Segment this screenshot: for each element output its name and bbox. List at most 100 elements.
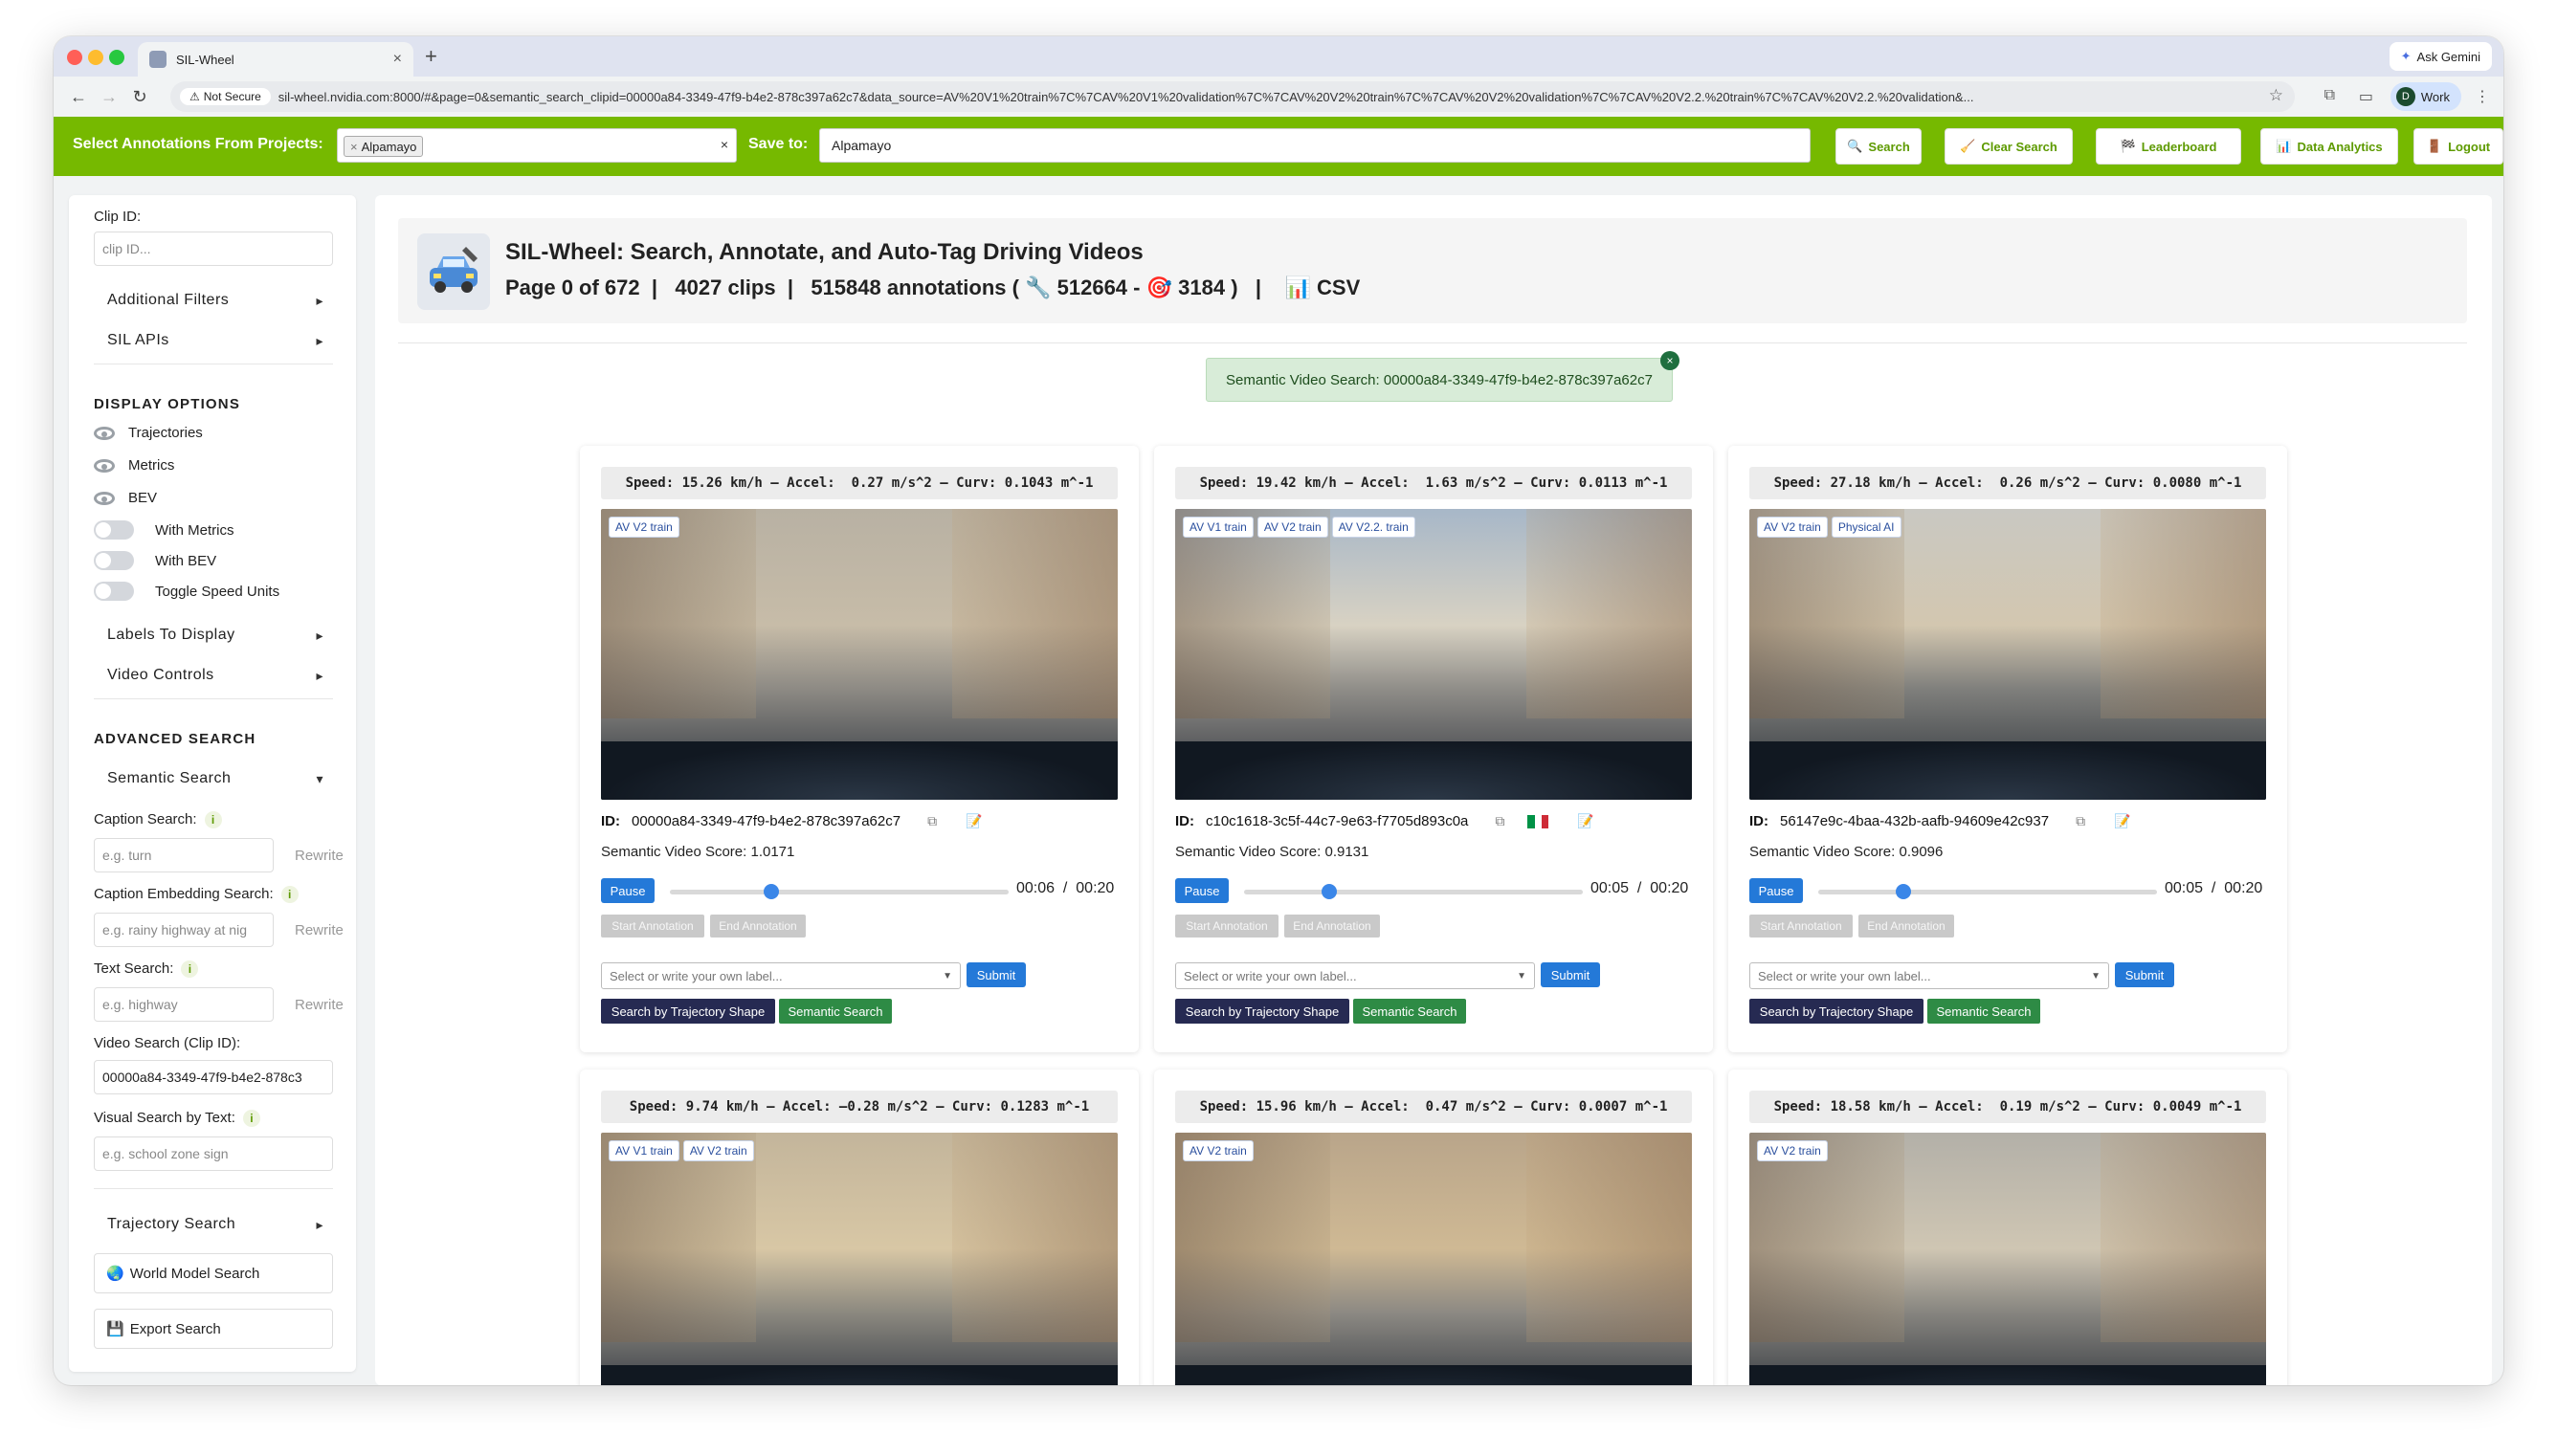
end-annotation-button[interactable]: End Annotation <box>710 915 806 938</box>
additional-filters-toggle[interactable]: Additional Filters ▸ <box>94 281 333 320</box>
export-search-button[interactable]: 💾 Export Search <box>94 1309 333 1349</box>
video-player[interactable]: AV V2 train Physical AI <box>1749 509 2266 800</box>
caption-search-input[interactable]: e.g. turn <box>94 838 274 872</box>
leaderboard-button[interactable]: 🏁 Leaderboard <box>2096 128 2241 165</box>
semantic-search-button[interactable]: Semantic Search <box>779 999 892 1024</box>
video-progress-track[interactable] <box>670 890 1009 894</box>
submit-label-button[interactable]: Submit <box>1541 962 1600 987</box>
labels-to-display-toggle[interactable]: Labels To Display ▸ <box>94 616 333 654</box>
copy-icon[interactable]: ⧉ <box>2076 813 2085 829</box>
logout-button[interactable]: 🚪 Logout <box>2413 128 2503 165</box>
rewrite-link[interactable]: Rewrite <box>295 848 344 864</box>
video-player[interactable]: AV V2 train <box>1175 1133 1692 1385</box>
world-model-search-button[interactable]: 🌏 World Model Search <box>94 1253 333 1293</box>
edit-note-icon[interactable]: 📝 <box>2114 813 2130 829</box>
projects-multiselect[interactable]: × Alpamayo × <box>337 128 737 163</box>
semantic-search-dropdown[interactable]: Semantic Search ▾ <box>94 760 333 798</box>
close-window-dot[interactable] <box>67 50 82 65</box>
search-by-trajectory-button[interactable]: Search by Trajectory Shape <box>1175 999 1349 1024</box>
ask-gemini-button[interactable]: ✦ Ask Gemini <box>2389 42 2492 71</box>
label-select[interactable]: Select or write your own label... ▼ <box>1175 962 1535 989</box>
submit-label-button[interactable]: Submit <box>2115 962 2174 987</box>
info-icon[interactable]: i <box>242 1110 260 1127</box>
bookmark-star-icon[interactable]: ☆ <box>2260 86 2283 105</box>
start-annotation-button[interactable]: Start Annotation <box>1749 915 1853 938</box>
pause-button[interactable]: Pause <box>601 878 655 903</box>
side-panel-icon[interactable]: ▭ <box>2359 87 2373 106</box>
start-annotation-button[interactable]: Start Annotation <box>1175 915 1278 938</box>
maximize-window-dot[interactable] <box>109 50 124 65</box>
video-controls-toggle[interactable]: Video Controls ▸ <box>94 656 333 695</box>
copy-icon[interactable]: ⧉ <box>1495 813 1504 829</box>
edit-note-icon[interactable]: 📝 <box>1577 813 1593 829</box>
toggle-switch[interactable] <box>94 520 134 540</box>
display-option-bev[interactable]: BEV <box>94 490 157 506</box>
copy-icon[interactable]: ⧉ <box>927 813 937 829</box>
toggle-with-bev[interactable]: With BEV <box>94 551 216 570</box>
search-by-trajectory-button[interactable]: Search by Trajectory Shape <box>601 999 775 1024</box>
end-annotation-button[interactable]: End Annotation <box>1284 915 1380 938</box>
save-to-input[interactable]: Alpamayo <box>819 128 1811 163</box>
not-secure-badge[interactable]: ⚠ Not Secure <box>180 88 271 105</box>
video-player[interactable]: AV V2 train <box>1749 1133 2266 1385</box>
toggle-speed-units[interactable]: Toggle Speed Units <box>94 582 279 601</box>
visual-search-input[interactable]: e.g. school zone sign <box>94 1136 333 1171</box>
display-option-trajectories[interactable]: Trajectories <box>94 425 203 441</box>
pause-button[interactable]: Pause <box>1175 878 1229 903</box>
toggle-switch[interactable] <box>94 551 134 570</box>
sil-apis-toggle[interactable]: SIL APIs ▸ <box>94 321 333 360</box>
search-button[interactable]: 🔍 Search <box>1835 128 1922 165</box>
rewrite-link[interactable]: Rewrite <box>295 922 344 938</box>
end-annotation-button[interactable]: End Annotation <box>1858 915 1954 938</box>
minimize-window-dot[interactable] <box>88 50 103 65</box>
semantic-search-button[interactable]: Semantic Search <box>1353 999 1466 1024</box>
extensions-icon[interactable]: ⧉ <box>2324 87 2335 104</box>
clear-search-button[interactable]: 🧹 Clear Search <box>1945 128 2073 165</box>
info-icon[interactable]: i <box>204 811 222 828</box>
clip-id-value[interactable]: 00000a84-3349-47f9-b4e2-878c397a62c7 <box>632 813 901 829</box>
rewrite-link[interactable]: Rewrite <box>295 997 344 1013</box>
video-progress-knob[interactable] <box>1895 884 1911 899</box>
clip-id-value[interactable]: c10c1618-3c5f-44c7-9e63-f7705d893c0a <box>1206 813 1468 829</box>
browser-tab[interactable]: SIL-Wheel × <box>138 42 413 77</box>
edit-note-icon[interactable]: 📝 <box>966 813 982 829</box>
display-option-metrics[interactable]: Metrics <box>94 457 174 474</box>
data-analytics-button[interactable]: 📊 Data Analytics <box>2260 128 2398 165</box>
video-progress-track[interactable] <box>1818 890 2157 894</box>
video-progress-track[interactable] <box>1244 890 1583 894</box>
trajectory-search-toggle[interactable]: Trajectory Search ▸ <box>94 1205 333 1244</box>
video-player[interactable]: AV V1 train AV V2 train <box>601 1133 1118 1385</box>
start-annotation-button[interactable]: Start Annotation <box>601 915 704 938</box>
label-select[interactable]: Select or write your own label... ▼ <box>601 962 961 989</box>
back-arrow-icon[interactable]: ← <box>63 87 94 107</box>
toggle-switch[interactable] <box>94 582 134 601</box>
video-progress-knob[interactable] <box>764 884 780 899</box>
project-chip[interactable]: × Alpamayo <box>344 136 424 157</box>
close-banner-icon[interactable]: × <box>1660 351 1679 370</box>
info-icon[interactable]: i <box>280 886 299 903</box>
search-by-trajectory-button[interactable]: Search by Trajectory Shape <box>1749 999 1923 1024</box>
chip-remove-icon[interactable]: × <box>350 140 358 154</box>
new-tab-icon[interactable]: + <box>425 44 437 69</box>
video-search-input[interactable]: 00000a84-3349-47f9-b4e2-878c3 <box>94 1060 333 1094</box>
tab-close-icon[interactable]: × <box>393 51 402 68</box>
url-text[interactable]: sil-wheel.nvidia.com:8000/#&page=0&seman… <box>278 90 1974 104</box>
video-progress-knob[interactable] <box>1321 884 1337 899</box>
semantic-search-button[interactable]: Semantic Search <box>1927 999 2040 1024</box>
forward-arrow-icon[interactable]: → <box>94 87 124 107</box>
info-icon[interactable]: i <box>181 960 199 978</box>
video-player[interactable]: AV V1 train AV V2 train AV V2.2. train <box>1175 509 1692 800</box>
label-select[interactable]: Select or write your own label... ▼ <box>1749 962 2109 989</box>
clear-projects-icon[interactable]: × <box>721 137 728 152</box>
csv-link[interactable]: CSV <box>1317 276 1360 299</box>
caption-embedding-input[interactable]: e.g. rainy highway at nig <box>94 913 274 947</box>
text-search-input[interactable]: e.g. highway <box>94 987 274 1022</box>
clip-id-value[interactable]: 56147e9c-4baa-432b-aafb-94609e42c937 <box>1780 813 2049 829</box>
browser-menu-icon[interactable]: ⋮ <box>2475 87 2490 106</box>
video-player[interactable]: AV V2 train <box>601 509 1118 800</box>
pause-button[interactable]: Pause <box>1749 878 1803 903</box>
toggle-with-metrics[interactable]: With Metrics <box>94 520 234 540</box>
submit-label-button[interactable]: Submit <box>967 962 1026 987</box>
address-bar[interactable]: ⚠ Not Secure sil-wheel.nvidia.com:8000/#… <box>170 81 2295 112</box>
reload-icon[interactable]: ↻ <box>124 87 155 107</box>
